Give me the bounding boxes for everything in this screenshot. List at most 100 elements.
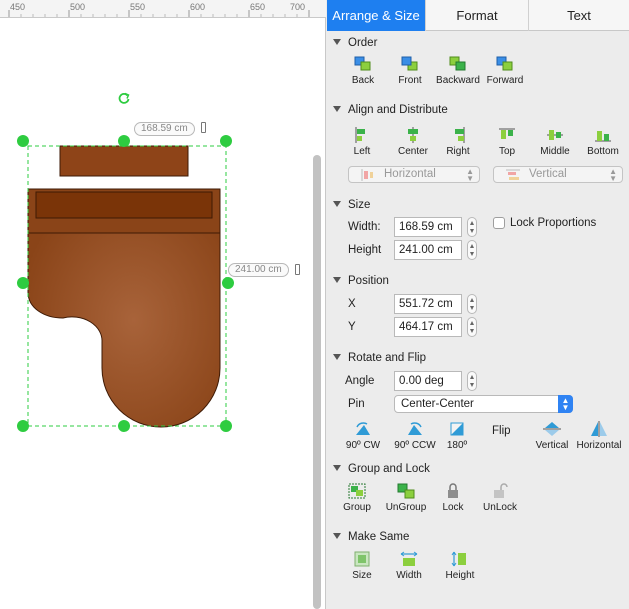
ruler-label: 550 xyxy=(130,2,146,12)
y-field[interactable]: 464.17 cm xyxy=(394,317,462,337)
horizontal-ruler: 450 500 550 600 650 700 xyxy=(0,0,326,18)
unlock-label: UnLock xyxy=(483,502,517,513)
width-stepper[interactable] xyxy=(467,217,477,237)
width-badge: 168.59 cm xyxy=(134,122,195,136)
ruler-label: 600 xyxy=(190,2,206,12)
pin-select[interactable]: Center-Center ▲ ▼ xyxy=(394,395,573,413)
section-size[interactable]: Size xyxy=(333,199,370,213)
rotate-cw-button[interactable]: 90º CW xyxy=(333,421,393,453)
lock-proportions-checkbox[interactable] xyxy=(493,217,505,229)
tab-text[interactable]: Text xyxy=(528,0,629,31)
section-rotate[interactable]: Rotate and Flip xyxy=(333,352,426,366)
resize-handle[interactable] xyxy=(17,277,29,289)
section-align[interactable]: Align and Distribute xyxy=(333,104,448,118)
align-left-icon xyxy=(355,127,365,143)
y-label: Y xyxy=(348,321,356,333)
forward-label: Forward xyxy=(486,75,524,86)
section-align-title: Align and Distribute xyxy=(348,104,448,116)
height-stepper[interactable] xyxy=(467,240,477,260)
pin-label: Pin xyxy=(348,398,365,410)
align-bottom-icon xyxy=(595,131,611,142)
distribute-vertical-popup[interactable]: Vertical ▲ ▼ xyxy=(493,166,623,183)
lock-icon xyxy=(448,483,458,498)
distribute-horizontal-label: Horizontal xyxy=(384,168,436,180)
angle-field[interactable]: 0.00 deg xyxy=(394,371,462,391)
angle-stepper[interactable] xyxy=(467,371,477,391)
pin-value: Center-Center xyxy=(401,398,474,410)
resize-handle[interactable] xyxy=(17,420,29,432)
ungroup-icon xyxy=(397,483,415,499)
rotate-180-icon xyxy=(450,422,464,436)
distribute-vertical-icon xyxy=(506,169,520,180)
section-rotate-title: Rotate and Flip xyxy=(348,352,426,364)
same-height-button[interactable]: Height xyxy=(430,551,490,583)
align-bottom-label: Bottom xyxy=(587,146,619,157)
drawing-canvas[interactable]: 450 500 550 600 650 700 168.59 cm 241.00… xyxy=(0,0,326,609)
unlock-button[interactable]: UnLock xyxy=(470,483,530,515)
piano-lid xyxy=(59,145,189,177)
flip-horizontal-icon xyxy=(591,421,607,437)
align-top-icon xyxy=(499,128,515,139)
width-field[interactable]: 168.59 cm xyxy=(394,217,462,237)
ruler-label: 650 xyxy=(250,2,266,12)
rotate-handle-icon[interactable] xyxy=(117,91,131,105)
section-position[interactable]: Position xyxy=(333,275,389,289)
width-label: Width: xyxy=(348,221,381,233)
forward-button[interactable]: Forward xyxy=(475,56,535,88)
section-group[interactable]: Group and Lock xyxy=(333,463,430,477)
same-width-icon xyxy=(400,551,418,566)
same-height-icon xyxy=(451,551,466,567)
group-icon xyxy=(348,483,366,499)
angle-label: Angle xyxy=(345,375,375,387)
popup-arrows-icon: ▲ ▼ xyxy=(466,167,474,183)
back-icon xyxy=(354,56,371,71)
ruler-label: 500 xyxy=(70,2,86,12)
rotate-ccw-icon xyxy=(408,422,422,435)
section-make-same-title: Make Same xyxy=(348,531,410,543)
vertical-scrollbar[interactable] xyxy=(313,155,321,609)
resize-handle[interactable] xyxy=(220,135,232,147)
flip-label: Flip xyxy=(492,425,511,437)
height-field[interactable]: 241.00 cm xyxy=(394,240,462,260)
tab-arrange-size[interactable]: Arrange & Size xyxy=(327,0,425,31)
front-icon xyxy=(401,56,418,71)
disclosure-triangle-icon xyxy=(333,39,341,45)
rotate-cw-icon xyxy=(356,422,370,435)
x-field[interactable]: 551.72 cm xyxy=(394,294,462,314)
resize-handle[interactable] xyxy=(17,135,29,147)
same-size-icon xyxy=(354,551,370,567)
popup-arrows-icon: ▲ ▼ xyxy=(609,167,617,183)
tab-format[interactable]: Format xyxy=(425,0,528,31)
resize-handle[interactable] xyxy=(118,420,130,432)
ruler-ticks xyxy=(8,10,310,17)
disclosure-triangle-icon xyxy=(333,201,341,207)
resize-handle[interactable] xyxy=(222,277,234,289)
section-size-title: Size xyxy=(348,199,371,211)
disclosure-triangle-icon xyxy=(333,533,341,539)
x-stepper[interactable] xyxy=(467,294,477,314)
ruler-label: 700 xyxy=(290,2,306,12)
section-group-title: Group and Lock xyxy=(348,463,430,475)
flip-horizontal-button[interactable]: Horizontal xyxy=(569,421,629,453)
section-order[interactable]: Order xyxy=(333,37,377,51)
section-make-same[interactable]: Make Same xyxy=(333,531,409,545)
disclosure-triangle-icon xyxy=(333,465,341,471)
height-badge: 241.00 cm xyxy=(228,263,289,277)
dimension-lock-icon[interactable] xyxy=(201,122,206,133)
height-label: Height xyxy=(348,244,382,256)
align-bottom-button[interactable]: Bottom xyxy=(573,127,629,159)
y-stepper[interactable] xyxy=(467,317,477,337)
resize-handle[interactable] xyxy=(118,135,130,147)
resize-handle[interactable] xyxy=(220,420,232,432)
rotate-cw-label: 90º CW xyxy=(345,440,381,451)
ruler-label: 450 xyxy=(10,2,26,12)
rotate-180-label: 180º xyxy=(446,440,468,451)
grand-piano-shape[interactable] xyxy=(14,132,236,436)
distribute-horizontal-icon xyxy=(361,169,373,181)
distribute-horizontal-popup[interactable]: Horizontal ▲ ▼ xyxy=(348,166,480,183)
select-arrows-icon: ▲ ▼ xyxy=(558,395,573,413)
lock-proportions-label: Lock Proportions xyxy=(510,217,597,229)
dimension-lock-icon[interactable] xyxy=(295,264,300,275)
unlock-icon xyxy=(494,483,508,498)
rotate-180-button[interactable]: 180º xyxy=(427,421,487,453)
